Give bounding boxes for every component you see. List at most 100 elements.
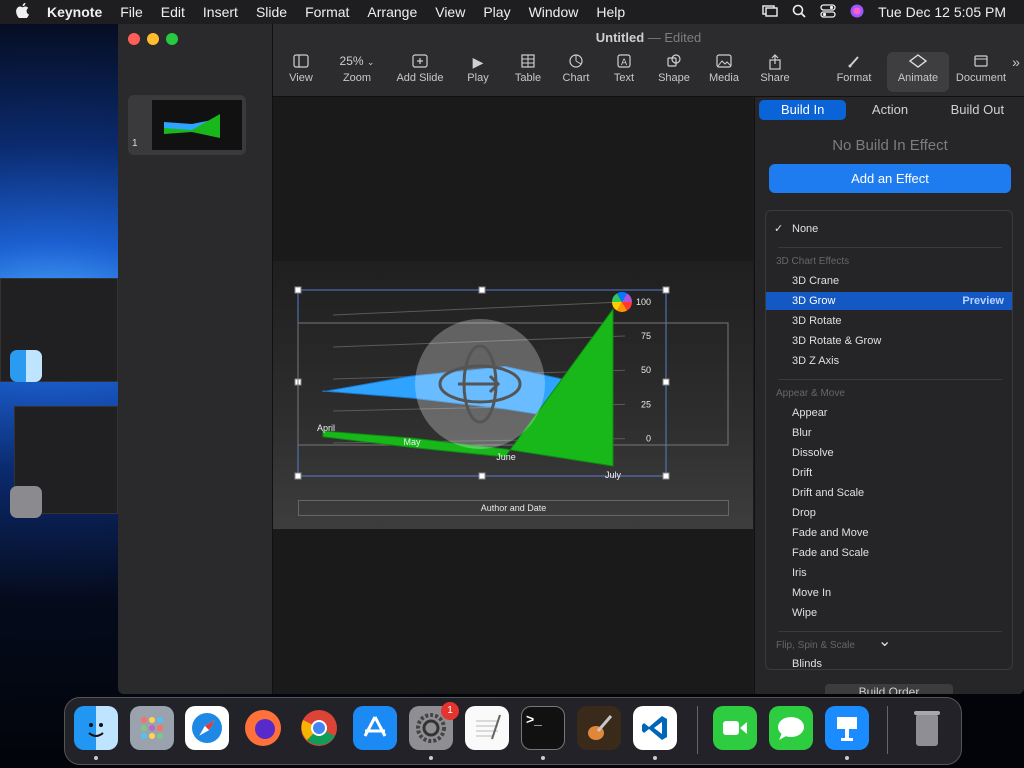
dock-facetime-icon[interactable]: [713, 706, 757, 750]
effect-item-drift[interactable]: Drift: [766, 464, 1012, 482]
media-button[interactable]: Media: [706, 54, 742, 84]
dock-finder-icon[interactable]: [74, 706, 118, 750]
effect-item-fade-and-scale[interactable]: Fade and Scale: [766, 544, 1012, 562]
menu-insert[interactable]: Insert: [194, 4, 247, 20]
menu-separator: [778, 247, 1002, 248]
dock-chrome-icon[interactable]: [297, 706, 341, 750]
dock-app-store-icon[interactable]: [353, 706, 397, 750]
y-tick-label: 0: [646, 434, 651, 444]
y-tick-label: 25: [641, 399, 651, 409]
menu-help[interactable]: Help: [587, 4, 634, 20]
document-name[interactable]: Untitled: [596, 30, 644, 45]
menu-slide[interactable]: Slide: [247, 4, 296, 20]
effect-item-blur[interactable]: Blur: [766, 424, 1012, 442]
finder-icon[interactable]: [10, 350, 42, 382]
dock-garageband-icon[interactable]: [577, 706, 621, 750]
text-label: Text: [613, 72, 635, 84]
resize-handle[interactable]: [662, 378, 670, 386]
effect-item-drift-and-scale[interactable]: Drift and Scale: [766, 484, 1012, 502]
resize-handle[interactable]: [294, 472, 302, 480]
dock-keynote-icon[interactable]: [825, 706, 869, 750]
effect-item-3d-z-axis[interactable]: 3D Z Axis: [766, 352, 1012, 370]
tab-build-in[interactable]: Build In: [759, 100, 847, 120]
siri-icon[interactable]: [850, 4, 864, 21]
chart[interactable]: 0 25 50 75 100 April May June July: [273, 261, 753, 529]
add-effect-button[interactable]: Add an Effect: [769, 164, 1011, 193]
animate-button[interactable]: Animate: [887, 52, 949, 92]
dock-messages-icon[interactable]: [769, 706, 813, 750]
close-window-button[interactable]: [128, 33, 140, 45]
view-button[interactable]: View: [285, 54, 317, 84]
effect-item-dissolve[interactable]: Dissolve: [766, 444, 1012, 462]
settings-icon[interactable]: [10, 486, 42, 518]
shape-button[interactable]: Shape: [655, 54, 693, 84]
control-center-icon[interactable]: [820, 3, 836, 21]
x-tick-label: July: [605, 470, 622, 480]
scroll-down-chevron-icon[interactable]: ⌄: [878, 631, 891, 651]
effect-item-blinds[interactable]: Blinds: [766, 655, 1012, 669]
effect-item-fade-and-move[interactable]: Fade and Move: [766, 524, 1012, 542]
menu-view[interactable]: View: [426, 4, 474, 20]
table-button[interactable]: Table: [511, 54, 545, 84]
3d-rotate-control-icon[interactable]: [415, 319, 545, 449]
dock-trash-icon[interactable]: [905, 706, 949, 750]
color-picker-icon[interactable]: [612, 292, 632, 312]
dock-safari-icon[interactable]: [185, 706, 229, 750]
keynote-window: 1 Untitled — Edited View 25% ⌄ Zoom Add …: [118, 24, 1024, 694]
dock-vscode-icon[interactable]: [633, 706, 677, 750]
resize-handle[interactable]: [662, 472, 670, 480]
resize-handle[interactable]: [662, 286, 670, 294]
document-button[interactable]: Document: [953, 54, 1009, 84]
tab-build-out[interactable]: Build Out: [934, 100, 1021, 120]
slide[interactable]: 0 25 50 75 100 April May June July Author and Da…: [273, 261, 753, 529]
dock-divider: [697, 706, 698, 754]
menu-play[interactable]: Play: [474, 4, 519, 20]
screen-mirroring-icon[interactable]: [762, 4, 778, 20]
dock-textedit-icon[interactable]: [465, 706, 509, 750]
menu-file[interactable]: File: [111, 4, 152, 20]
resize-handle[interactable]: [478, 286, 486, 294]
app-menu-keynote[interactable]: Keynote: [38, 4, 111, 20]
effect-item-wipe[interactable]: Wipe: [766, 604, 1012, 622]
effect-item-3d-rotate[interactable]: 3D Rotate: [766, 312, 1012, 330]
footer-text-box[interactable]: Author and Date: [298, 500, 729, 516]
play-button[interactable]: ▶ Play: [461, 54, 495, 84]
tab-action[interactable]: Action: [846, 100, 933, 120]
slide-canvas[interactable]: 0 25 50 75 100 April May June July Author and Da…: [273, 97, 753, 694]
view-label: View: [289, 72, 313, 84]
effect-item-iris[interactable]: Iris: [766, 564, 1012, 582]
zoom-window-button[interactable]: [166, 33, 178, 45]
dock-launchpad-icon[interactable]: [130, 706, 174, 750]
resize-handle[interactable]: [294, 286, 302, 294]
preview-button[interactable]: Preview: [962, 292, 1004, 310]
minimize-window-button[interactable]: [147, 33, 159, 45]
running-indicator: [94, 756, 98, 760]
build-order-button[interactable]: Build Order: [825, 684, 953, 694]
effect-item-3d-grow[interactable]: 3D Grow Preview: [766, 292, 1012, 310]
chart-button[interactable]: Chart: [559, 54, 593, 84]
effect-item-3d-crane[interactable]: 3D Crane: [766, 272, 1012, 290]
add-slide-button[interactable]: Add Slide: [393, 54, 447, 84]
text-button[interactable]: A Text: [609, 54, 639, 84]
effect-item-drop[interactable]: Drop: [766, 504, 1012, 522]
toolbar-overflow-button[interactable]: »: [1009, 54, 1023, 70]
dock-firefox-icon[interactable]: [241, 706, 285, 750]
effect-item-3d-rotate-grow[interactable]: 3D Rotate & Grow: [766, 332, 1012, 350]
menu-arrange[interactable]: Arrange: [358, 4, 426, 20]
menu-edit[interactable]: Edit: [152, 4, 194, 20]
menu-format[interactable]: Format: [296, 4, 358, 20]
dock-terminal-icon[interactable]: >_: [521, 706, 565, 750]
effect-item-appear[interactable]: Appear: [766, 404, 1012, 422]
slide-thumbnail[interactable]: [128, 95, 246, 155]
share-button[interactable]: Share: [757, 54, 793, 84]
menu-window[interactable]: Window: [520, 4, 588, 20]
spotlight-search-icon[interactable]: [792, 4, 806, 21]
effect-item-none[interactable]: ✓ None: [766, 220, 1012, 238]
zoom-menu[interactable]: 25% ⌄ Zoom: [332, 54, 382, 84]
resize-handle[interactable]: [478, 472, 486, 480]
format-label: Format: [836, 72, 872, 84]
menu-clock[interactable]: Tue Dec 12 5:05 PM: [878, 4, 1006, 20]
effect-item-move-in[interactable]: Move In: [766, 584, 1012, 602]
apple-menu-icon[interactable]: [0, 2, 38, 22]
format-button[interactable]: Format: [833, 54, 875, 84]
